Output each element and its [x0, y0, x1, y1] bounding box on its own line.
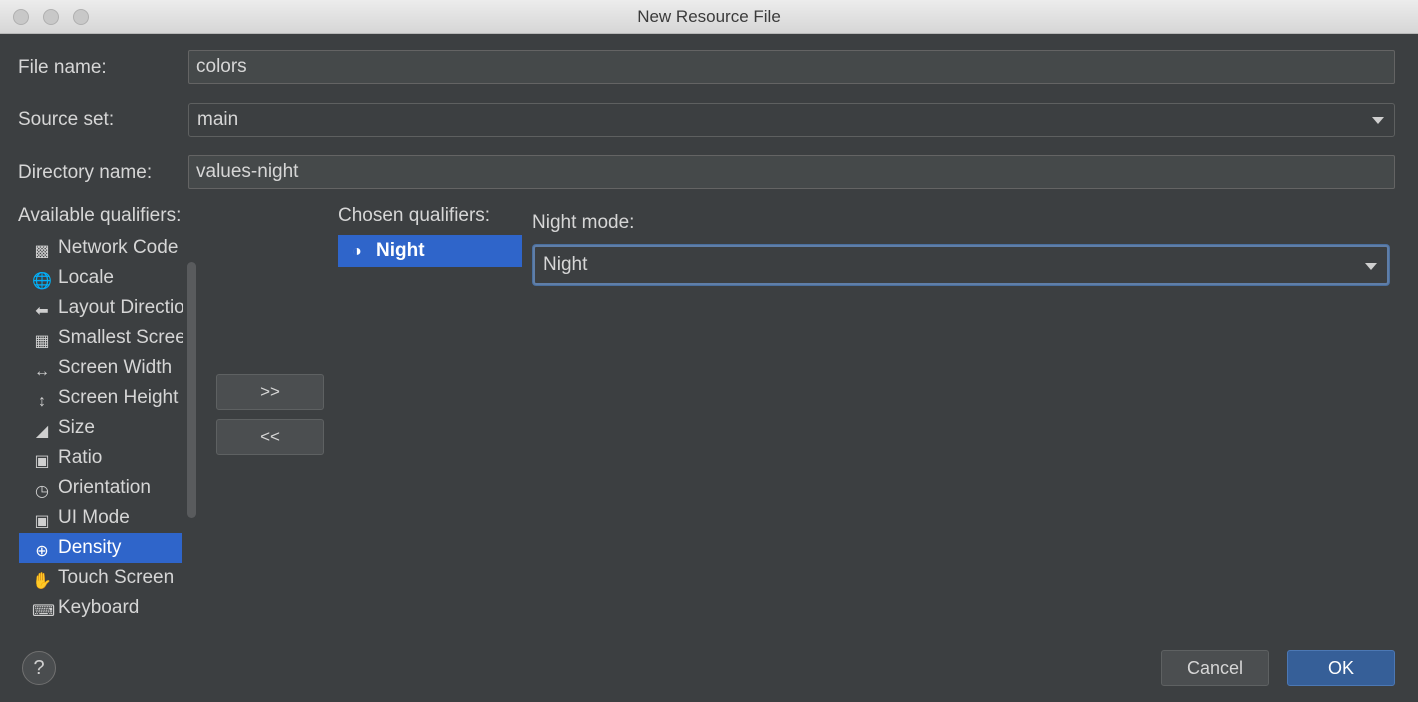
- available-qualifiers-label: Available qualifiers:: [18, 205, 182, 226]
- source-set-dropdown[interactable]: main: [188, 103, 1395, 137]
- source-set-value: main: [197, 109, 239, 130]
- smallest-screen-icon: ▦: [34, 333, 50, 350]
- chosen-qualifiers-label: Chosen qualifiers:: [338, 205, 491, 226]
- directory-name-label: Directory name:: [18, 162, 153, 183]
- screen-width-icon: ↔: [34, 363, 50, 380]
- globe-icon: 🌐: [32, 273, 52, 290]
- remove-qualifier-button[interactable]: <<: [216, 419, 324, 455]
- qualifier-item-locale[interactable]: 🌐 Locale: [19, 263, 183, 293]
- help-button[interactable]: ?: [22, 651, 56, 685]
- night-mode-dropdown[interactable]: Night: [533, 245, 1389, 285]
- directory-name-input[interactable]: values-night: [188, 155, 1395, 189]
- qualifier-list-scrollbar-thumb[interactable]: [187, 262, 196, 518]
- source-set-label: Source set:: [18, 109, 115, 130]
- ratio-icon: ▣: [34, 453, 50, 470]
- cancel-button[interactable]: Cancel: [1161, 650, 1269, 686]
- qualifier-item-ratio[interactable]: ▣ Ratio: [19, 443, 183, 473]
- chevron-down-icon: [1365, 263, 1377, 270]
- night-mode-label: Night mode:: [532, 212, 635, 233]
- window-title: New Resource File: [637, 7, 781, 26]
- qualifier-item-size[interactable]: ◢ Size: [19, 413, 183, 443]
- qualifier-item-screen-height[interactable]: ↕ Screen Height: [19, 383, 183, 413]
- layout-direction-icon: ⬅: [35, 303, 49, 320]
- title-bar: New Resource File: [0, 0, 1418, 34]
- add-qualifier-button[interactable]: >>: [216, 374, 324, 410]
- qualifier-item-layout-direction[interactable]: ⬅ Layout Direction: [19, 293, 183, 323]
- network-icon: ▩: [34, 243, 50, 260]
- chosen-qualifier-night[interactable]: ◑ Night: [338, 235, 522, 267]
- screen-height-icon: ↕: [38, 393, 46, 410]
- qualifier-item-ui-mode[interactable]: ▣ UI Mode: [19, 503, 183, 533]
- qualifier-item-touch-screen[interactable]: ✋ Touch Screen: [19, 563, 183, 593]
- ui-mode-icon: ▣: [34, 513, 50, 530]
- qualifier-item-network-code[interactable]: ▩ Network Code: [19, 233, 183, 263]
- touch-screen-icon: ✋: [32, 573, 52, 590]
- qualifier-item-smallest-screen-width[interactable]: ▦Smallest Screen Width: [19, 323, 183, 353]
- file-name-input[interactable]: colors: [188, 50, 1395, 84]
- orientation-icon: ◷: [35, 483, 49, 500]
- size-icon: ◢: [35, 423, 49, 440]
- qualifier-item-density[interactable]: ⊕ Density: [19, 533, 182, 563]
- chosen-qualifiers-list[interactable]: ◑ Night: [338, 235, 522, 267]
- available-qualifiers-list[interactable]: ▩ Network Code 🌐 Locale ⬅ Layout Direction …: [18, 233, 200, 623]
- qualifier-item-keyboard[interactable]: ⌨ Keyboard: [19, 593, 183, 623]
- file-name-label: File name:: [18, 57, 107, 78]
- qualifier-item-orientation[interactable]: ◷ Orientation: [19, 473, 183, 503]
- chevron-down-icon: [1372, 117, 1384, 124]
- density-icon: ⊕: [35, 543, 49, 560]
- moon-icon: ◑: [352, 243, 362, 260]
- keyboard-icon: ⌨: [32, 603, 56, 620]
- night-mode-value: Night: [543, 254, 588, 275]
- qualifier-item-screen-width[interactable]: ↔ Screen Width: [19, 353, 183, 383]
- ok-button[interactable]: OK: [1287, 650, 1395, 686]
